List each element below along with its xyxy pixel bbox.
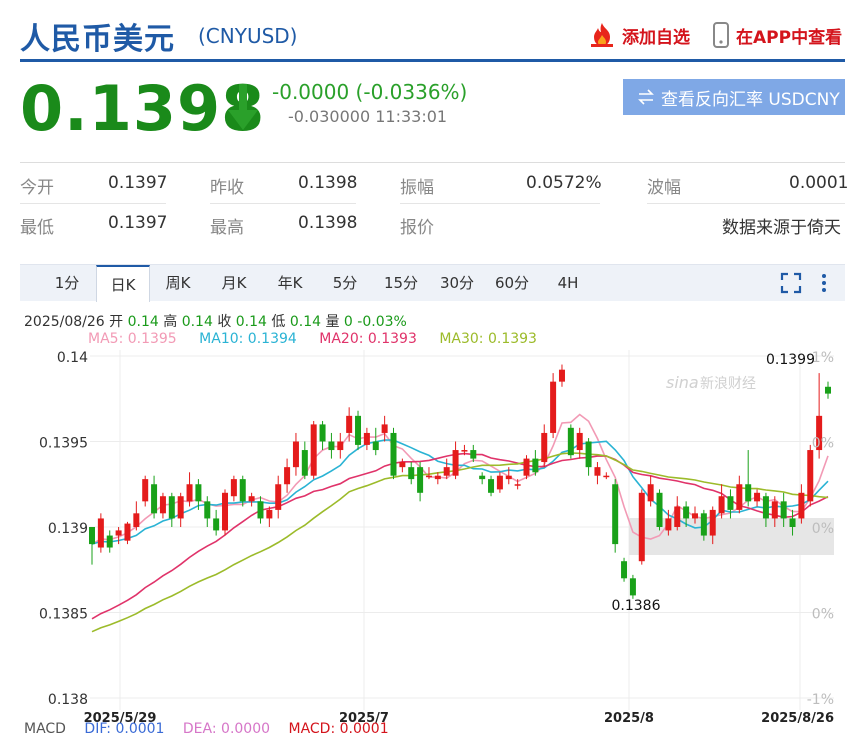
- amplitude-label: 振幅: [400, 178, 434, 198]
- page-title: 人民币美元: [20, 22, 175, 57]
- add-watchlist-label: 添加自选: [622, 27, 690, 48]
- macd-dea: DEA: 0.0000: [182, 721, 271, 737]
- quote-label: 报价: [400, 218, 434, 238]
- prev-close-label: 昨收: [210, 178, 244, 198]
- page-header: 人民币美元 (CNYUSD) 添加自选 在APP中查看: [0, 0, 860, 62]
- tab-5min[interactable]: 5分: [318, 265, 372, 302]
- macd-legend: MACD DIF: 0.0001 DEA: 0.0000 MACD: 0.000…: [24, 721, 403, 737]
- macd-label: MACD: [24, 721, 66, 737]
- tab-daily[interactable]: 日K: [96, 265, 150, 302]
- fullscreen-icon[interactable]: [780, 272, 802, 294]
- wave-value: 0.0001: [789, 173, 849, 193]
- data-source: 数据来源于倚天: [722, 218, 841, 238]
- add-watchlist-button[interactable]: 添加自选: [588, 22, 690, 48]
- open-label: 今开: [20, 178, 54, 198]
- fire-icon: [591, 23, 613, 47]
- bar-info: 2025/08/26 开 0.14 高 0.14 收 0.14 低 0.14 量…: [24, 314, 407, 330]
- ma30-legend: MA30: 0.1393: [439, 331, 537, 347]
- tab-1min[interactable]: 1分: [40, 265, 94, 302]
- high-label: 最高: [210, 218, 244, 238]
- low-label: 最低: [20, 218, 54, 238]
- tab-monthly[interactable]: 月K: [207, 265, 261, 302]
- arrow-down-icon: [228, 84, 258, 130]
- period-tabs: 1分 日K 周K 月K 年K 5分 15分 30分 60分 4H: [20, 264, 845, 302]
- view-in-app-label: 在APP中查看: [736, 27, 843, 48]
- ma20-legend: MA20: 0.1393: [319, 331, 417, 347]
- price-change: -0.0000 (-0.0336%): [272, 80, 468, 104]
- ma10-legend: MA10: 0.1394: [199, 331, 297, 347]
- tab-4h[interactable]: 4H: [541, 265, 595, 302]
- tab-weekly[interactable]: 周K: [151, 265, 205, 302]
- tab-yearly[interactable]: 年K: [263, 265, 317, 302]
- price-subline: -0.030000 11:33:01: [288, 107, 448, 126]
- symbol-code: (CNYUSD): [198, 24, 298, 48]
- reverse-rate-button[interactable]: 查看反向汇率 USDCNY: [623, 79, 845, 115]
- tab-15min[interactable]: 15分: [374, 265, 428, 302]
- high-value: 0.1398: [298, 213, 358, 233]
- stats-table: 今开 0.1397 昨收 0.1398 振幅 0.0572% 波幅 0.0001…: [20, 162, 849, 244]
- amplitude-value: 0.0572%: [526, 173, 602, 193]
- ma5-legend: MA5: 0.1395: [88, 331, 177, 347]
- macd-dif: DIF: 0.0001: [84, 721, 165, 737]
- header-divider: [20, 59, 845, 62]
- wave-label: 波幅: [647, 178, 681, 198]
- more-menu-icon[interactable]: [819, 272, 829, 294]
- kline-panel: 1分 日K 周K 月K 年K 5分 15分 30分 60分 4H 2025/08…: [20, 264, 845, 738]
- macd-value: MACD: 0.0001: [288, 721, 389, 737]
- reverse-rate-label: 查看反向汇率 USDCNY: [661, 89, 840, 110]
- phone-icon: [713, 22, 729, 48]
- ma-legend: MA5: 0.1395 MA10: 0.1394 MA20: 0.1393 MA…: [88, 331, 555, 347]
- open-value: 0.1397: [108, 173, 168, 193]
- tab-60min[interactable]: 60分: [485, 265, 539, 302]
- prev-close-value: 0.1398: [298, 173, 358, 193]
- swap-icon: [638, 89, 654, 105]
- tab-30min[interactable]: 30分: [430, 265, 484, 302]
- view-in-app-button[interactable]: 在APP中查看: [712, 22, 842, 48]
- low-value: 0.1397: [108, 213, 168, 233]
